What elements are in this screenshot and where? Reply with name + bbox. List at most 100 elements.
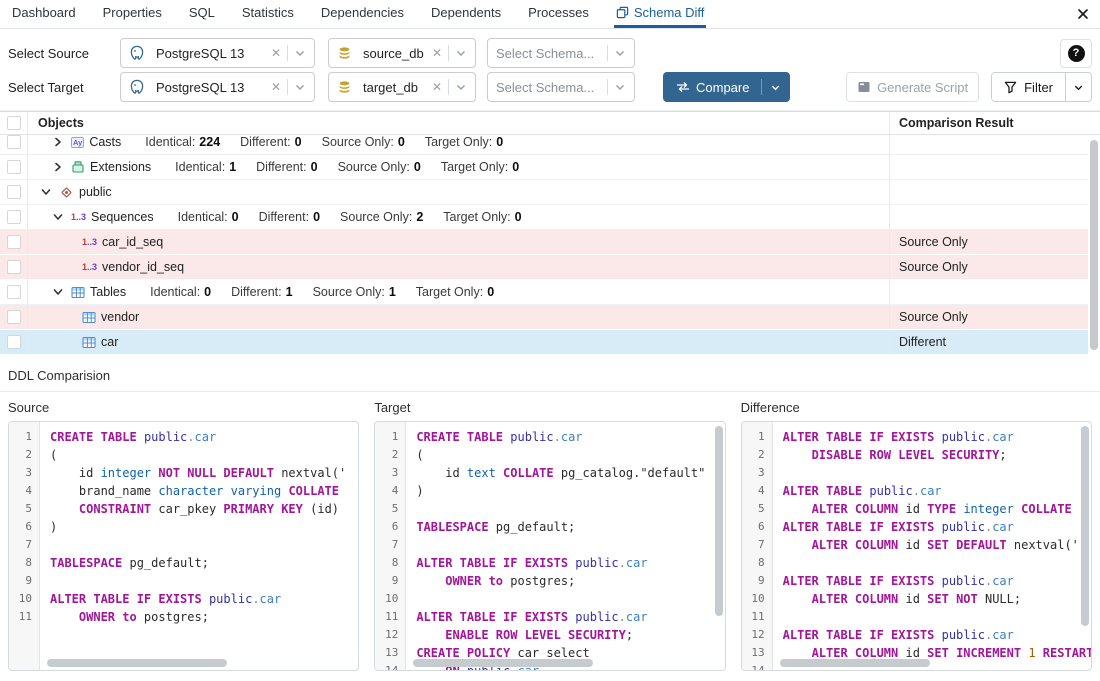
sequence-icon: 1..3 xyxy=(82,237,97,247)
table-icon xyxy=(82,336,96,349)
target-schema-placeholder: Select Schema... xyxy=(496,80,601,95)
tab-label: Schema Diff xyxy=(634,5,705,20)
tab-processes[interactable]: Processes xyxy=(526,0,591,28)
vertical-scrollbar[interactable] xyxy=(715,426,723,616)
clear-icon[interactable]: ✕ xyxy=(432,47,442,59)
object-name: car xyxy=(101,335,118,349)
source-database-value: source_db xyxy=(363,46,426,61)
row-checkbox[interactable] xyxy=(7,310,21,324)
row-checkbox[interactable] xyxy=(7,135,21,149)
tab-label: SQL xyxy=(189,5,215,20)
horizontal-scrollbar[interactable] xyxy=(47,659,227,667)
horizontal-scrollbar[interactable] xyxy=(413,659,593,667)
close-icon[interactable] xyxy=(1076,7,1090,21)
chevron-down-icon[interactable] xyxy=(50,287,66,297)
row-checkbox[interactable] xyxy=(7,335,21,349)
tree-row-Sequences[interactable]: 1..3SequencesIdentical:0Different:0Sourc… xyxy=(0,205,1100,230)
comparison-result-value xyxy=(890,280,1088,304)
row-checkbox[interactable] xyxy=(7,285,21,299)
tree-row-vendor_id_seq[interactable]: 1..3vendor_id_seqSource Only xyxy=(0,255,1100,280)
tree-row-vendor[interactable]: vendor Source Only xyxy=(0,305,1100,330)
schema-diff-icon xyxy=(616,6,629,19)
chevron-down-icon[interactable] xyxy=(770,82,781,93)
chevron-right-icon[interactable] xyxy=(50,162,66,172)
select-all-checkbox[interactable] xyxy=(7,116,21,130)
source-schema-select[interactable]: Select Schema... xyxy=(487,38,635,68)
source-panel-label: Source xyxy=(8,400,359,415)
source-server-select[interactable]: PostgreSQL 13 ✕ xyxy=(120,38,315,68)
tree-row-car[interactable]: car Different xyxy=(0,330,1100,355)
filter-button[interactable]: Filter xyxy=(992,73,1065,101)
chevron-down-icon[interactable] xyxy=(294,47,306,59)
row-checkbox[interactable] xyxy=(7,235,21,249)
object-name: Sequences xyxy=(91,210,154,224)
clear-icon[interactable]: ✕ xyxy=(432,81,442,93)
tab-label: Statistics xyxy=(242,5,294,20)
chevron-down-icon[interactable] xyxy=(455,47,467,59)
tree-vertical-scrollbar[interactable] xyxy=(1090,140,1098,350)
object-name: vendor xyxy=(101,310,139,324)
tree-row-car_id_seq[interactable]: 1..3car_id_seqSource Only xyxy=(0,230,1100,255)
tab-dashboard[interactable]: Dashboard xyxy=(10,0,78,28)
chevron-down-icon[interactable] xyxy=(50,212,66,222)
comparison-stats: Identical:224Different:0Source Only:0Tar… xyxy=(145,135,523,149)
comparison-result-value xyxy=(890,205,1088,229)
filter-label: Filter xyxy=(1024,80,1053,95)
chevron-down-icon[interactable] xyxy=(614,81,626,93)
compare-button[interactable]: Compare xyxy=(663,72,790,102)
chevron-down-icon[interactable] xyxy=(294,81,306,93)
sequence-icon: 1..3 xyxy=(71,212,86,222)
tree-header-row: Objects Comparison Result xyxy=(0,112,1100,135)
chevron-down-icon[interactable] xyxy=(455,81,467,93)
tree-row-Extensions[interactable]: ExtensionsIdentical:1Different:0Source O… xyxy=(0,155,1100,180)
generate-script-label: Generate Script xyxy=(877,80,968,95)
target-schema-select[interactable]: Select Schema... xyxy=(487,72,635,102)
tree-row-Tables[interactable]: TablesIdentical:0Different:1Source Only:… xyxy=(0,280,1100,305)
row-checkbox[interactable] xyxy=(7,210,21,224)
tab-statistics[interactable]: Statistics xyxy=(240,0,296,28)
comparison-result-column-header[interactable]: Comparison Result xyxy=(890,112,1088,134)
target-database-select[interactable]: target_db ✕ xyxy=(328,72,476,102)
generate-script-button[interactable]: Generate Script xyxy=(846,72,979,102)
comparison-result-value: Source Only xyxy=(890,255,1088,279)
vertical-scrollbar[interactable] xyxy=(1081,426,1089,626)
comparison-result-value: Different xyxy=(890,330,1088,354)
object-name: Casts xyxy=(89,135,121,149)
help-button[interactable]: ? xyxy=(1060,39,1092,68)
tree-row-public[interactable]: public xyxy=(0,180,1100,205)
target-ddl-panel: 1234567891011121314CREATE TABLE public.c… xyxy=(374,421,725,671)
postgresql-icon xyxy=(129,79,145,95)
filter-dropdown-caret[interactable] xyxy=(1065,73,1091,101)
horizontal-scrollbar[interactable] xyxy=(780,659,930,667)
row-checkbox[interactable] xyxy=(7,260,21,274)
tab-sql[interactable]: SQL xyxy=(187,0,217,28)
source-ddl-code: CREATE TABLE public.car( id integer NOT … xyxy=(40,422,358,670)
tab-label: Dependencies xyxy=(321,5,404,20)
target-panel-label: Target xyxy=(374,400,725,415)
target-server-select[interactable]: PostgreSQL 13 ✕ xyxy=(120,72,315,102)
target-database-value: target_db xyxy=(363,80,426,95)
comparison-result-value: Source Only xyxy=(890,305,1088,329)
tab-schema-diff[interactable]: Schema Diff xyxy=(614,0,707,28)
chevron-down-icon[interactable] xyxy=(38,187,54,197)
tab-label: Properties xyxy=(103,5,162,20)
tab-label: Dependents xyxy=(431,5,501,20)
schema-icon xyxy=(59,185,74,200)
tab-properties[interactable]: Properties xyxy=(101,0,164,28)
tree-row-Casts[interactable]: AyCastsIdentical:224Different:0Source On… xyxy=(0,135,1100,155)
clear-icon[interactable]: ✕ xyxy=(271,47,281,59)
clear-icon[interactable]: ✕ xyxy=(271,81,281,93)
row-checkbox[interactable] xyxy=(7,160,21,174)
chevron-right-icon[interactable] xyxy=(50,137,66,147)
row-checkbox[interactable] xyxy=(7,185,21,199)
objects-column-header[interactable]: Objects xyxy=(28,112,890,134)
tab-dependencies[interactable]: Dependencies xyxy=(319,0,406,28)
line-number-gutter: 1234567891011121314 xyxy=(375,422,406,670)
source-database-select[interactable]: source_db ✕ xyxy=(328,38,476,68)
chevron-down-icon[interactable] xyxy=(614,47,626,59)
tab-dependents[interactable]: Dependents xyxy=(429,0,503,28)
select-target-label: Select Target xyxy=(8,80,120,95)
extensions-icon xyxy=(71,160,85,174)
select-source-label: Select Source xyxy=(8,46,120,61)
object-name: vendor_id_seq xyxy=(102,260,184,274)
